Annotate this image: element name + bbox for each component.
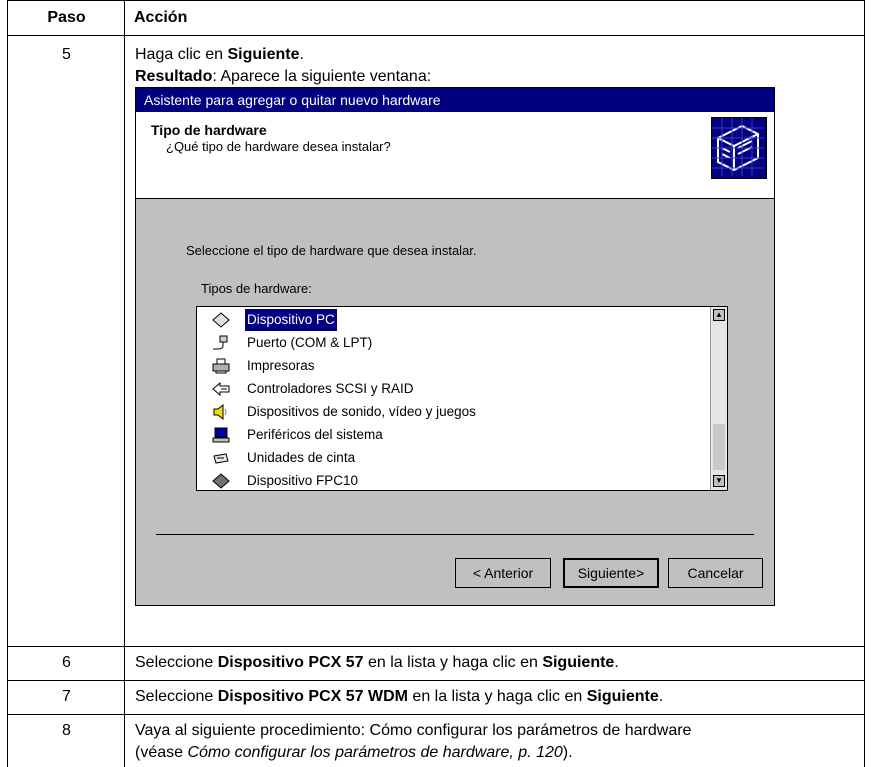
text-run: . <box>299 46 304 63</box>
scsi-icon <box>212 381 230 397</box>
text-run: (véase <box>135 744 188 761</box>
list-item-label: Dispositivos de sonido, vídeo y juegos <box>247 404 476 419</box>
list-item-label: Puerto (COM & LPT) <box>247 335 373 350</box>
list-item-label: Unidades de cinta <box>247 450 356 465</box>
table-border-top <box>7 0 865 1</box>
hardware-types-label: Tipos de hardware: <box>201 281 312 296</box>
bold-text: Dispositivo PCX 57 <box>217 654 364 671</box>
text-run: Seleccione <box>135 688 218 705</box>
text-run: ). <box>562 744 573 761</box>
header-step: Paso <box>47 9 86 26</box>
list-item-label: Dispositivo PC <box>245 309 337 331</box>
dialog-title-bar: Asistente para agregar o quitar nuevo ha… <box>136 88 774 112</box>
printer-icon <box>212 358 230 374</box>
list-item-label: Impresoras <box>247 358 315 373</box>
dialog-header: Tipo de hardware ¿Qué tipo de hardware d… <box>136 112 774 199</box>
step-text: Seleccione Dispositivo PCX 57 en la list… <box>135 653 860 673</box>
bold-text: Resultado <box>135 68 213 85</box>
table-border-right <box>864 0 865 767</box>
text-run: en la lista y haga clic en <box>363 654 543 671</box>
tape-drive-icon <box>212 450 230 466</box>
list-item-label: Periféricos del sistema <box>247 427 383 442</box>
scroll-down-icon[interactable]: ▼ <box>713 475 725 487</box>
list-scrollbar[interactable]: ▲ ▼ <box>710 307 727 490</box>
step-number: 5 <box>62 46 71 63</box>
list-item-label: Dispositivo FPC10 <box>247 473 359 488</box>
port-plug-icon <box>212 335 230 351</box>
computer-icon <box>212 427 230 443</box>
bold-text: Siguiente <box>227 46 300 63</box>
text-run: Haga clic en <box>135 46 228 63</box>
step-text: Seleccione Dispositivo PCX 57 WDM en la … <box>135 687 860 707</box>
scrollbar-thumb[interactable] <box>713 424 725 470</box>
step-number: 6 <box>62 654 71 671</box>
next-button[interactable]: Siguiente> <box>563 558 659 588</box>
back-button[interactable]: < Anterior <box>455 558 551 588</box>
step-result: Resultado: Aparece la siguiente ventana: <box>135 67 860 87</box>
hardware-types-list[interactable]: Dispositivo PC Puerto (COM & LPT) Impres… <box>196 306 728 491</box>
bold-text: Dispositivo PCX 57 WDM <box>217 688 408 705</box>
header-title: Tipo de hardware <box>151 122 267 138</box>
bold-text: Siguiente <box>542 654 615 671</box>
speaker-icon <box>212 403 230 421</box>
step-number: 8 <box>62 722 71 739</box>
row-divider <box>7 680 865 681</box>
diamond-filled-icon <box>212 473 230 489</box>
diamond-icon <box>212 312 230 328</box>
hardware-logo-icon <box>711 117 767 179</box>
cancel-button[interactable]: Cancelar <box>668 558 763 588</box>
header-action: Acción <box>134 9 188 26</box>
step-reference: (véase Cómo configurar los parámetros de… <box>135 743 860 763</box>
procedure-table: Paso Acción 5 Haga clic en Siguiente. Re… <box>7 0 865 767</box>
step-text: Haga clic en Siguiente. <box>135 45 860 65</box>
header-subtitle: ¿Qué tipo de hardware desea instalar? <box>166 139 391 154</box>
instruction-text: Seleccione el tipo de hardware que desea… <box>186 243 477 258</box>
scroll-up-icon[interactable]: ▲ <box>713 309 725 321</box>
row-divider <box>7 646 865 647</box>
table-border-left <box>7 0 8 767</box>
text-run: : Aparece la siguiente ventana: <box>212 68 432 85</box>
text-run: . <box>614 654 619 671</box>
bold-text: Siguiente <box>586 688 659 705</box>
list-item-label: Controladores SCSI y RAID <box>247 381 414 396</box>
text-run: . <box>658 688 664 705</box>
add-hardware-wizard-dialog: Asistente para agregar o quitar nuevo ha… <box>135 87 775 606</box>
text-run: Seleccione <box>135 654 218 671</box>
cross-reference-link[interactable]: Cómo configurar los parámetros de hardwa… <box>187 744 562 761</box>
table-header-divider <box>7 35 865 36</box>
row-divider <box>7 714 865 715</box>
dialog-separator <box>156 534 754 535</box>
text-run: en la lista y haga clic en <box>407 688 587 705</box>
step-number: 7 <box>62 688 71 705</box>
column-divider <box>124 0 125 767</box>
step-text: Vaya al siguiente procedimiento: Cómo co… <box>135 722 692 739</box>
